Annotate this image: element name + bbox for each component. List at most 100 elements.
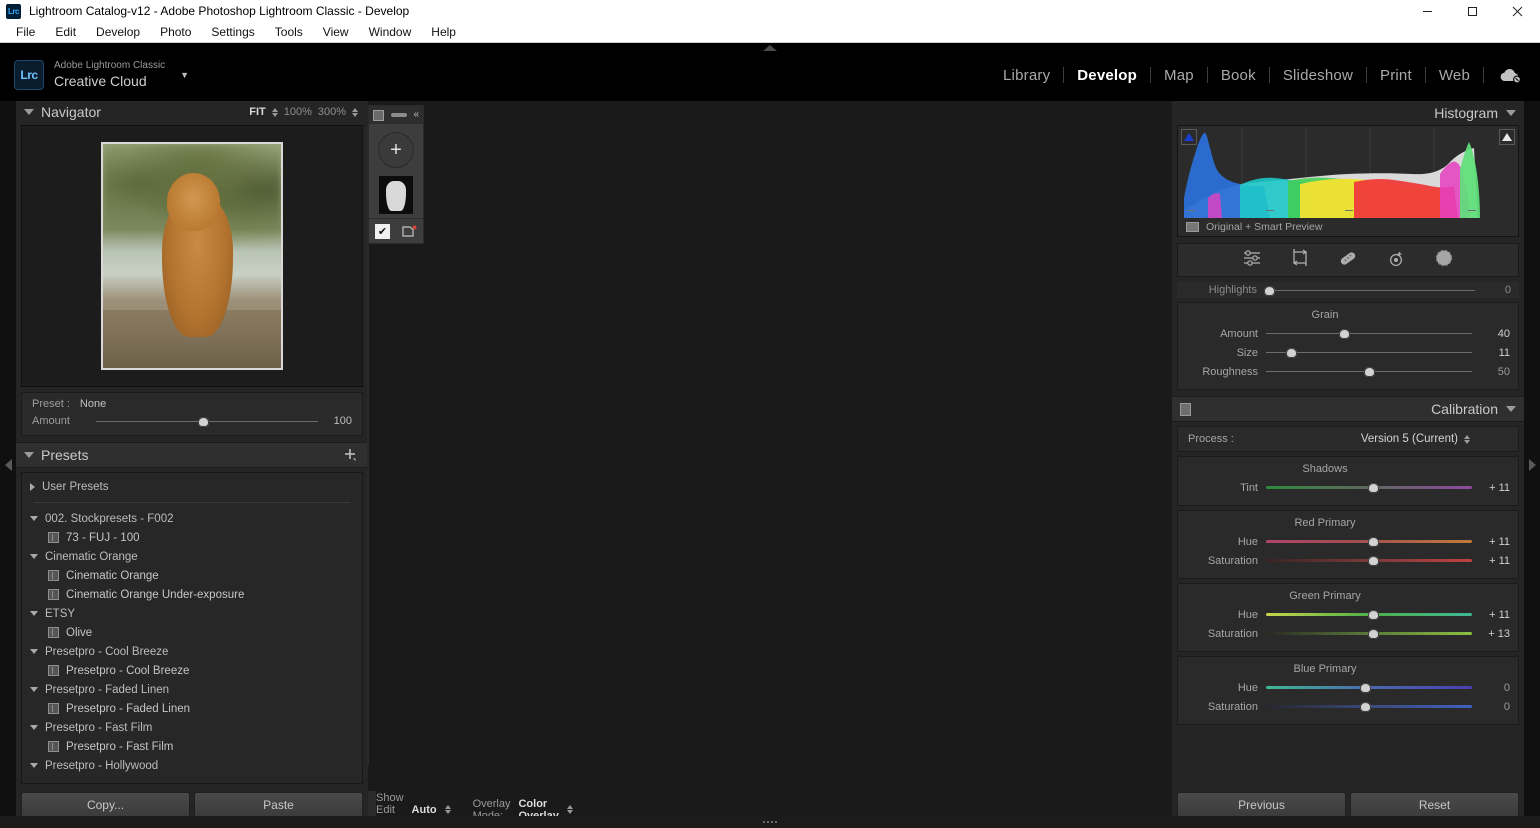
masking-icon[interactable] xyxy=(1434,248,1454,273)
previous-button[interactable]: Previous xyxy=(1177,792,1346,818)
module-develop[interactable]: Develop xyxy=(1064,67,1150,84)
preset-group[interactable]: User Presets xyxy=(22,477,362,496)
preset-item[interactable]: Presetpro - Fast Film xyxy=(22,737,362,756)
menu-settings[interactable]: Settings xyxy=(201,23,264,41)
process-spinner[interactable] xyxy=(1464,434,1470,444)
preset-item[interactable]: Cinematic Orange xyxy=(22,566,362,585)
drag-handle[interactable] xyxy=(390,113,407,117)
slider-knob[interactable] xyxy=(1368,537,1380,547)
menu-view[interactable]: View xyxy=(313,23,359,41)
right-panel-scroll[interactable]: Highlights 0 Grain Amount 40 Size 11 Roughne… xyxy=(1172,282,1524,784)
slider-row[interactable]: Hue + 11 xyxy=(1186,532,1510,551)
top-panel-collapse-arrow[interactable] xyxy=(763,45,777,51)
slider-knob[interactable] xyxy=(1368,629,1380,639)
slider-track[interactable] xyxy=(1266,609,1472,620)
slider-track[interactable] xyxy=(1266,701,1472,712)
cloud-sync-icon[interactable] xyxy=(1498,67,1522,90)
presets-list[interactable]: User Presets 002. Stockpresets - F002 73 -… xyxy=(21,472,363,784)
amount-slider[interactable] xyxy=(96,416,318,427)
chevron-down-icon[interactable] xyxy=(30,649,38,654)
minimize-button[interactable] xyxy=(1405,0,1450,22)
show-edit-pins-spinner[interactable] xyxy=(444,805,451,814)
preset-item[interactable]: Cinematic Orange Under-exposure xyxy=(22,585,362,604)
slider-track[interactable] xyxy=(1266,682,1472,693)
chevron-down-icon[interactable] xyxy=(30,516,38,521)
menu-help[interactable]: Help xyxy=(421,23,466,41)
chevron-down-icon[interactable] xyxy=(24,109,34,115)
slider-track[interactable] xyxy=(1266,366,1472,377)
module-slideshow[interactable]: Slideshow xyxy=(1270,67,1366,84)
copy-button[interactable]: Copy... xyxy=(21,792,190,818)
navigator-header[interactable]: Navigator FIT 100% 300% xyxy=(16,101,368,123)
zoom-100-button[interactable]: 100% xyxy=(284,106,312,118)
slider-track[interactable] xyxy=(1266,482,1472,493)
identity-plate[interactable]: Lrc Adobe Lightroom Classic Creative Clo… xyxy=(14,60,189,90)
slider-row[interactable]: Hue + 11 xyxy=(1186,605,1510,624)
preset-group[interactable]: Cinematic Orange xyxy=(22,547,362,566)
calibration-panel-icon[interactable] xyxy=(1180,402,1191,416)
zoom-fit-spinner[interactable] xyxy=(271,107,278,117)
chevron-down-icon[interactable] xyxy=(1506,406,1516,412)
preset-item[interactable]: Olive xyxy=(22,623,362,642)
zoom-fit-button[interactable]: FIT xyxy=(249,106,266,118)
highlight-clipping-indicator[interactable] xyxy=(1499,129,1515,145)
navigator-preview[interactable] xyxy=(21,125,363,387)
slider-row[interactable]: Saturation + 11 xyxy=(1186,551,1510,570)
add-preset-icon[interactable] xyxy=(343,447,358,464)
adjustment-sliders-icon[interactable] xyxy=(1242,249,1262,272)
chevron-down-icon[interactable] xyxy=(1506,110,1516,116)
slider-row[interactable]: Roughness 50 xyxy=(1186,362,1510,381)
chevron-down-icon[interactable] xyxy=(30,554,38,559)
collapse-icon[interactable]: « xyxy=(413,110,419,120)
slider-track[interactable] xyxy=(1266,555,1472,566)
slider-row[interactable]: Amount 40 xyxy=(1186,324,1510,343)
module-book[interactable]: Book xyxy=(1208,67,1269,84)
slider-knob[interactable] xyxy=(1368,556,1380,566)
menu-develop[interactable]: Develop xyxy=(86,23,150,41)
histogram-header[interactable]: Histogram xyxy=(1172,101,1524,125)
amount-slider-knob[interactable] xyxy=(197,416,209,427)
zoom-level-spinner[interactable] xyxy=(352,107,358,117)
slider-track[interactable] xyxy=(1266,328,1472,339)
menu-photo[interactable]: Photo xyxy=(150,23,201,41)
chevron-down-icon[interactable] xyxy=(30,763,38,768)
presets-header[interactable]: Presets xyxy=(16,442,368,468)
highlights-slider[interactable] xyxy=(1264,285,1475,296)
slider-row[interactable]: Hue 0 xyxy=(1186,678,1510,697)
slider-knob[interactable] xyxy=(1359,702,1371,712)
create-new-mask-button[interactable]: + xyxy=(378,132,414,168)
module-map[interactable]: Map xyxy=(1151,67,1207,84)
slider-track[interactable] xyxy=(1266,628,1472,639)
histogram-panel[interactable]: Original + Smart Preview xyxy=(1177,125,1519,237)
slider-knob[interactable] xyxy=(1359,683,1371,693)
slider-knob[interactable] xyxy=(1368,483,1380,493)
slider-knob[interactable] xyxy=(1364,367,1375,377)
healing-brush-icon[interactable] xyxy=(1338,249,1358,272)
preset-group[interactable]: 002. Stockpresets - F002 xyxy=(22,509,362,528)
slider-track[interactable] xyxy=(1266,536,1472,547)
preset-item[interactable]: Presetpro - Cool Breeze xyxy=(22,661,362,680)
mask-visibility-checkbox[interactable]: ✔ xyxy=(375,224,390,239)
maximize-button[interactable] xyxy=(1450,0,1495,22)
preset-group[interactable]: Presetpro - Faded Linen xyxy=(22,680,362,699)
chevron-down-icon[interactable] xyxy=(24,452,34,458)
reset-button[interactable]: Reset xyxy=(1350,792,1519,818)
red-eye-icon[interactable] xyxy=(1386,249,1406,272)
menu-window[interactable]: Window xyxy=(359,23,422,41)
slider-row[interactable]: Size 11 xyxy=(1186,343,1510,362)
slider-knob[interactable] xyxy=(1285,348,1297,358)
calibration-header[interactable]: Calibration xyxy=(1172,396,1524,422)
preset-group[interactable]: Presetpro - Cool Breeze xyxy=(22,642,362,661)
module-print[interactable]: Print xyxy=(1367,67,1425,84)
chevron-down-icon[interactable] xyxy=(30,687,38,692)
chevron-down-icon[interactable] xyxy=(30,611,38,616)
preset-value[interactable]: None xyxy=(80,398,106,410)
module-library[interactable]: Library xyxy=(990,67,1063,84)
preset-item[interactable]: 73 - FUJ - 100 xyxy=(22,528,362,547)
process-value[interactable]: Version 5 (Current) xyxy=(1361,433,1470,445)
highlights-slider-knob[interactable] xyxy=(1264,285,1276,296)
menu-file[interactable]: File xyxy=(6,23,45,41)
chevron-right-icon[interactable] xyxy=(30,482,35,491)
process-version-row[interactable]: Process : Version 5 (Current) xyxy=(1177,426,1519,452)
show-edit-pins-value[interactable]: Auto xyxy=(412,804,437,816)
